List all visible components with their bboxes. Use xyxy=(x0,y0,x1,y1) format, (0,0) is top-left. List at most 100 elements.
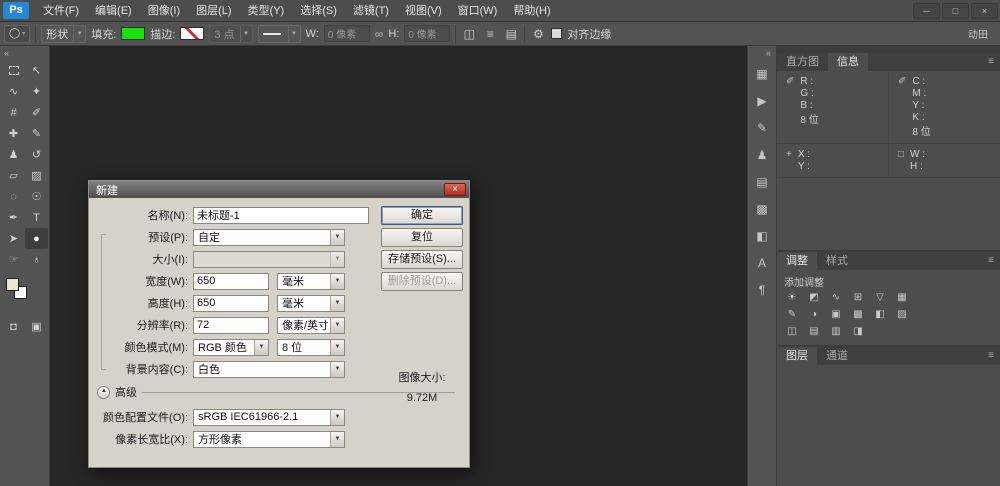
styles-panel-icon[interactable]: ◧ xyxy=(748,222,776,249)
tool-pen[interactable]: ✒ xyxy=(2,207,25,228)
preset-select[interactable]: 自定 xyxy=(193,229,345,246)
menu-item-layer[interactable]: 图层(L) xyxy=(188,0,239,22)
tool-zoom[interactable]: ♁ xyxy=(25,249,48,270)
save-preset-button[interactable]: 存储预设(S)... xyxy=(381,250,463,269)
panel-menu-icon[interactable] xyxy=(988,53,1000,71)
width-unit-select[interactable]: 毫米 xyxy=(277,273,345,290)
tool-move[interactable]: ↖ xyxy=(25,60,48,81)
resolution-input[interactable] xyxy=(193,317,269,334)
tab-layers[interactable]: 图层 xyxy=(777,347,817,365)
menu-item-file[interactable]: 文件(F) xyxy=(35,0,87,22)
tool-healing-brush[interactable]: ✚ xyxy=(2,123,25,144)
menu-item-edit[interactable]: 编辑(E) xyxy=(87,0,140,22)
tool-dodge[interactable]: ☉ xyxy=(25,186,48,207)
tab-histogram[interactable]: 直方图 xyxy=(777,53,828,71)
adjustment-icon-vibrance[interactable]: ▽ xyxy=(872,291,888,305)
adjustment-icon-levels[interactable]: ◩ xyxy=(806,291,822,305)
dialog-close-button[interactable]: × xyxy=(444,183,466,196)
menu-item-help[interactable]: 帮助(H) xyxy=(505,0,558,22)
menu-item-select[interactable]: 选择(S) xyxy=(292,0,345,22)
tool-ellipse[interactable]: ● xyxy=(25,228,48,249)
tool-eyedropper[interactable]: ✐ xyxy=(25,102,48,123)
adjustment-icon-curves[interactable]: ∿ xyxy=(828,291,844,305)
adjustment-icon-posterize[interactable]: ◫ xyxy=(784,325,800,339)
adjustment-icon-channel-mixer[interactable]: ▩ xyxy=(850,308,866,322)
tool-hand[interactable]: ☞ xyxy=(2,249,25,270)
tab-adjustments[interactable]: 调整 xyxy=(777,252,817,270)
pixel-aspect-ratio-select[interactable]: 方形像素 xyxy=(193,431,345,448)
advanced-toggle-button[interactable] xyxy=(97,386,110,399)
restore-button[interactable]: □ xyxy=(942,3,969,19)
tool-gradient[interactable]: ▨ xyxy=(25,165,48,186)
link-dimensions-icon[interactable]: ∞ xyxy=(375,27,384,41)
menu-item-filter[interactable]: 滤镜(T) xyxy=(345,0,397,22)
tool-rectangular-marquee[interactable] xyxy=(2,60,25,81)
align-edges-checkbox[interactable] xyxy=(551,28,562,39)
menu-item-type[interactable]: 类型(Y) xyxy=(240,0,293,22)
swatches-panel-icon[interactable]: ▩ xyxy=(748,195,776,222)
tool-mode-dropdown[interactable]: 形状 xyxy=(41,25,86,43)
path-operations-icon[interactable]: ◫ xyxy=(461,27,477,41)
tool-preset-picker[interactable]: ◯ ▾ xyxy=(4,25,30,43)
brush-panel-icon[interactable]: ✎ xyxy=(748,114,776,141)
tool-path-selection[interactable]: ➤ xyxy=(2,228,25,249)
adjustment-icon-threshold[interactable]: ▤ xyxy=(806,325,822,339)
adjustment-icon-selective-color[interactable]: ▥ xyxy=(828,325,844,339)
tool-crop[interactable]: # xyxy=(2,102,25,123)
tool-clone-stamp[interactable]: ♟ xyxy=(2,144,25,165)
menu-item-view[interactable]: 视图(V) xyxy=(397,0,450,22)
shape-width-input[interactable]: 0 像素 xyxy=(324,25,370,42)
path-arrange-icon[interactable]: ▤ xyxy=(503,27,519,41)
adjustment-icon-photo-filter[interactable]: ▣ xyxy=(828,308,844,322)
gear-icon[interactable]: ⚙ xyxy=(530,27,546,41)
tab-channels[interactable]: 通道 xyxy=(817,347,857,365)
path-alignment-icon[interactable]: ≡ xyxy=(482,27,498,41)
adjustment-icon-black-white[interactable]: ◑ xyxy=(806,308,822,322)
color-mode-select[interactable]: RGB 颜色 xyxy=(193,339,269,356)
adjustment-icon-color-lookup[interactable]: ◧ xyxy=(872,308,888,322)
tool-quick-selection[interactable]: ✦ xyxy=(25,81,48,102)
tool-type[interactable]: T xyxy=(25,207,48,228)
bit-depth-select[interactable]: 8 位 xyxy=(277,339,345,356)
stroke-color-swatch[interactable] xyxy=(180,27,204,40)
adjustment-icon-gradient-map[interactable]: ◨ xyxy=(850,325,866,339)
shape-height-input[interactable]: 0 像素 xyxy=(404,25,450,42)
adjustment-icon-invert[interactable]: ▨ xyxy=(894,308,910,322)
quick-mask-icon[interactable]: ◘ xyxy=(2,316,25,337)
character-panel-icon[interactable]: A xyxy=(748,249,776,276)
resolution-unit-select[interactable]: 像素/英寸 xyxy=(277,317,345,334)
adjustment-icon-brightness-contrast[interactable]: ☀ xyxy=(784,291,800,305)
tab-styles[interactable]: 样式 xyxy=(817,252,857,270)
tool-history-brush[interactable]: ↺ xyxy=(25,144,48,165)
fill-color-swatch[interactable] xyxy=(121,27,145,40)
collapse-panel-icon[interactable]: « xyxy=(0,46,49,60)
color-panel-icon[interactable]: ▤ xyxy=(748,168,776,195)
menu-item-window[interactable]: 窗口(W) xyxy=(450,0,506,22)
adjustment-icon-hue-saturation[interactable]: ▦ xyxy=(894,291,910,305)
close-button[interactable]: × xyxy=(971,3,998,19)
panel-menu-icon[interactable] xyxy=(988,252,1000,270)
tool-brush[interactable]: ✎ xyxy=(25,123,48,144)
actions-panel-icon[interactable]: ▶ xyxy=(748,87,776,114)
screen-mode-icon[interactable]: ▣ xyxy=(25,316,48,337)
name-input[interactable] xyxy=(193,207,369,224)
foreground-color-swatch[interactable] xyxy=(6,278,19,291)
dialog-titlebar[interactable]: 新建 × xyxy=(89,181,469,198)
adjustment-icon-color-balance[interactable]: ✎ xyxy=(784,308,800,322)
height-input[interactable] xyxy=(193,295,269,312)
adjustment-icon-exposure[interactable]: ⊞ xyxy=(850,291,866,305)
collapse-dock-icon[interactable]: « xyxy=(748,46,776,60)
tool-lasso[interactable]: ∿ xyxy=(2,81,25,102)
clone-source-panel-icon[interactable]: ♟ xyxy=(748,141,776,168)
color-profile-select[interactable]: sRGB IEC61966-2.1 xyxy=(193,409,345,426)
stroke-style-dropdown[interactable] xyxy=(258,25,301,43)
tab-info[interactable]: 信息 xyxy=(828,53,868,71)
height-unit-select[interactable]: 毫米 xyxy=(277,295,345,312)
stroke-width-field[interactable]: 3 点 xyxy=(209,25,252,43)
menu-item-image[interactable]: 图像(I) xyxy=(140,0,188,22)
ok-button[interactable]: 确定 xyxy=(381,206,463,225)
history-panel-icon[interactable]: ▦ xyxy=(748,60,776,87)
background-contents-select[interactable]: 白色 xyxy=(193,361,345,378)
reset-button[interactable]: 复位 xyxy=(381,228,463,247)
paragraph-panel-icon[interactable]: ¶ xyxy=(748,276,776,303)
